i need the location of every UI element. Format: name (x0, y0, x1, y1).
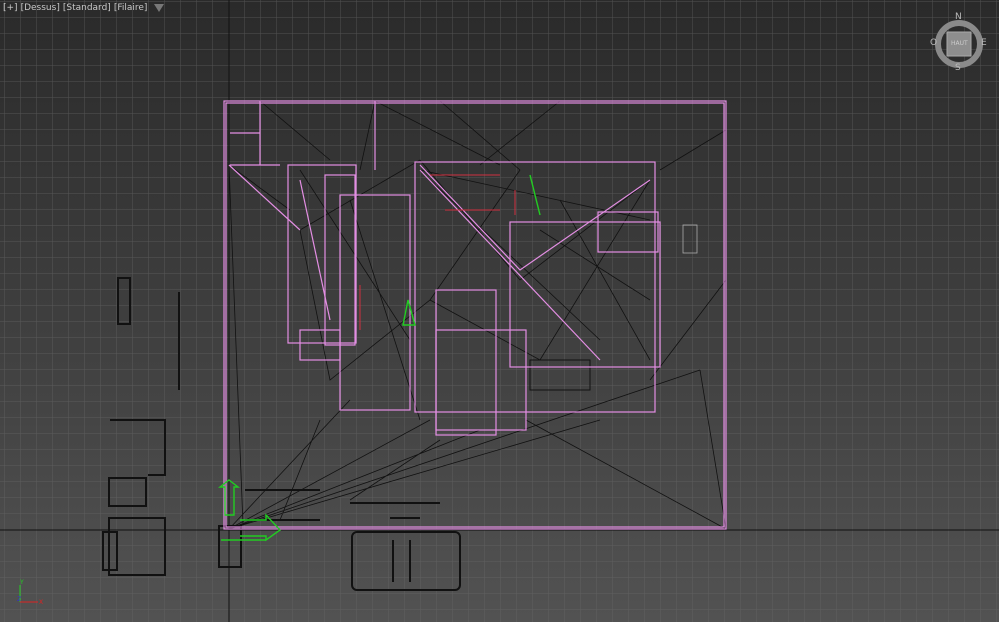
view-point-menu[interactable]: [Dessus] (21, 3, 60, 13)
viewport-canvas[interactable]: Y X Z (0, 0, 999, 622)
axis-y-label: Y (19, 579, 24, 586)
viewcube[interactable]: HAUT N S E O (930, 12, 988, 73)
display-mode-menu[interactable]: [Filaire] (114, 3, 148, 13)
viewport-menu-button[interactable]: [+] (3, 3, 18, 13)
axis-x-label: X (39, 599, 43, 606)
filter-icon[interactable] (154, 4, 165, 12)
shading-preset-menu[interactable]: [Standard] (63, 3, 111, 13)
compass-east[interactable]: E (981, 38, 987, 48)
viewport-label: [+] [Dessus] [Standard] [Filaire] (3, 3, 165, 13)
compass-west[interactable]: O (930, 38, 937, 48)
compass-north[interactable]: N (955, 12, 962, 22)
viewcube-face-top[interactable]: HAUT (951, 40, 968, 47)
axis-z-label: Z (17, 596, 21, 603)
compass-south[interactable]: S (955, 63, 961, 73)
